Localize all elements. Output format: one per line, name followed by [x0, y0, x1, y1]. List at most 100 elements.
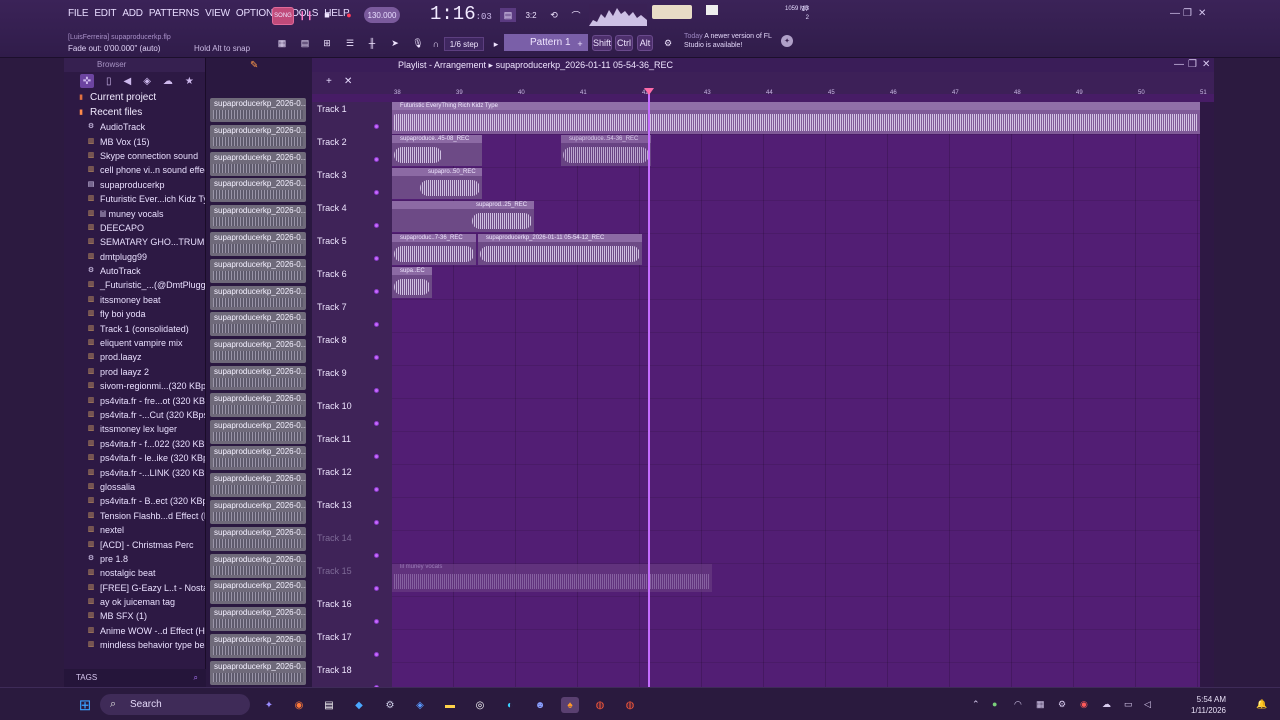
browser-item[interactable]: ▥ glossalia — [64, 480, 205, 494]
tray-chevron-icon[interactable]: ⌃ — [972, 699, 980, 710]
tempo-display[interactable]: 130.000 — [364, 7, 400, 23]
menu-item[interactable]: FILE — [68, 8, 89, 19]
audio-clip[interactable]: supaproduc..7-36_REC — [392, 234, 476, 265]
clip-source-item[interactable]: supaproducerkp_2026-0... — [210, 124, 306, 149]
fl-logo-icon[interactable]: ✦ — [781, 35, 793, 47]
audio-clip[interactable]: supaproduce..45-08_REC — [392, 135, 482, 166]
browser-back-icon[interactable]: ◀ — [124, 76, 132, 87]
folder-recent-files[interactable]: ▮ Recent files — [64, 105, 205, 120]
fl-studio-taskbar-icon[interactable]: ♠ — [561, 697, 579, 713]
snap-step-select[interactable]: 1/6 step — [444, 37, 484, 51]
time-signature[interactable]: 3:2 — [522, 8, 540, 22]
browser-item[interactable]: ▥ ps4vita.fr -...Cut (320 KBps) — [64, 408, 205, 422]
track-name[interactable]: Track 8 — [317, 335, 347, 345]
playlist-minimize-icon[interactable]: — — [1174, 59, 1184, 70]
edge-icon[interactable]: ◐ — [501, 697, 519, 713]
browser-item[interactable]: ▥ _Futuristic_...(@DmtPlugg99) — [64, 278, 205, 292]
track-mute-led[interactable] — [374, 454, 379, 459]
track-name[interactable]: Track 1 — [317, 104, 347, 114]
clip-source-item[interactable]: supaproducerkp_2026-0... — [210, 473, 306, 498]
clip-source-item[interactable]: supaproducerkp_2026-0... — [210, 526, 306, 551]
browser-item[interactable]: ▥ MB SFX (1) — [64, 609, 205, 623]
browser-item[interactable]: ▥ [FREE] G-Eazy L..t - Nostalgic — [64, 581, 205, 595]
tray-monitor-icon[interactable]: ▭ — [1124, 699, 1133, 710]
track-mute-led[interactable] — [374, 619, 379, 624]
browser-files-icon[interactable]: ▯ — [106, 76, 112, 87]
browser-item[interactable]: ▥ itssmoney lex luger — [64, 422, 205, 436]
clip-source-item[interactable]: supaproducerkp_2026-0... — [210, 446, 306, 471]
discord-icon[interactable]: ☻ — [531, 697, 549, 713]
close-icon[interactable]: ✕ — [1198, 8, 1206, 19]
tray-gear-icon[interactable]: ⚙ — [1058, 699, 1066, 710]
browser-item[interactable]: ▥ ps4vita.fr - f...022 (320 KBps) — [64, 437, 205, 451]
timeline-ruler[interactable]: 38 39 40 41 42 43 44 45 46 47 48 49 50 51 — [392, 88, 1207, 100]
browser-item[interactable]: ▥ lil muney vocals — [64, 206, 205, 220]
track-mute-led[interactable] — [374, 256, 379, 261]
track-name[interactable]: Track 14 — [317, 533, 352, 543]
clip-source-item[interactable]: supaproducerkp_2026-0... — [210, 392, 306, 417]
browser-item[interactable]: ▥ eliquent vampire mix — [64, 336, 205, 350]
browser-item[interactable]: ▥ prod.laayz — [64, 350, 205, 364]
track-mute-led[interactable] — [374, 289, 379, 294]
browser-item[interactable]: ▥ ps4vita.fr -...LINK (320 KBps) — [64, 465, 205, 479]
track-name[interactable]: Track 9 — [317, 368, 347, 378]
add-track-icon[interactable]: + — [326, 76, 332, 87]
track-name[interactable]: Track 3 — [317, 170, 347, 180]
browser-item[interactable]: ▤ supaproducerkp — [64, 178, 205, 192]
clip-source-item[interactable]: supaproducerkp_2026-0... — [210, 205, 306, 230]
tray-security-icon[interactable]: ◉ — [1080, 699, 1088, 710]
track-mute-led[interactable] — [374, 388, 379, 393]
clip-source-item[interactable]: supaproducerkp_2026-0... — [210, 633, 306, 658]
browser-item[interactable]: ⚙ AudioTrack — [64, 120, 205, 134]
snap-magnet-icon[interactable]: ∩ — [430, 37, 442, 51]
windows-start-icon[interactable]: ⊞ — [76, 697, 94, 714]
track-name[interactable]: Track 7 — [317, 302, 347, 312]
tray-keyboard-icon[interactable]: ▦ — [1036, 699, 1045, 710]
track-mute-led[interactable] — [374, 586, 379, 591]
track-mute-led[interactable] — [374, 520, 379, 525]
playlist-scrollbar[interactable] — [1200, 102, 1214, 687]
clip-source-item[interactable]: supaproducerkp_2026-0... — [210, 499, 306, 524]
clip-source-item[interactable]: supaproducerkp_2026-0... — [210, 178, 306, 203]
browser-item[interactable]: ▥ SEMATARY GHO...TRUMENTAL — [64, 235, 205, 249]
news-panel[interactable]: Today A newer version of FL Studio is av… — [684, 32, 778, 50]
track-mute-led[interactable] — [374, 652, 379, 657]
clip-source-item[interactable]: supaproducerkp_2026-0... — [210, 151, 306, 176]
muted-audio-clip[interactable]: lil muney vocals — [392, 564, 712, 592]
clip-source-item[interactable]: supaproducerkp_2026-0... — [210, 660, 306, 685]
track-mute-led[interactable] — [374, 157, 379, 162]
audio-clip[interactable]: supaproducerkp_2026-01-11 05-54-12_REC — [478, 234, 642, 265]
track-name[interactable]: Track 18 — [317, 665, 352, 675]
audio-clip[interactable]: supapro..50_REC — [392, 168, 482, 199]
playlist-close-icon[interactable]: ✕ — [1202, 59, 1210, 70]
audio-clip[interactable]: Futuristic EveryThing Rich Kidz Type — [392, 102, 1200, 134]
browser-item[interactable]: ▥ MB Vox (15) — [64, 134, 205, 148]
browser-item[interactable]: ▥ Track 1 (consolidated) — [64, 321, 205, 335]
menu-item[interactable]: EDIT — [94, 8, 116, 19]
audio-clip[interactable]: supa..EC — [392, 267, 432, 298]
browser-item[interactable]: ▥ ps4vita.fr - fre...ot (320 KBps) — [64, 393, 205, 407]
song-position[interactable]: 1:16:03 — [430, 3, 492, 25]
pencil-icon[interactable]: ✎ — [250, 60, 258, 71]
loop-icon[interactable]: ⟲ — [546, 8, 562, 22]
track-name[interactable]: Track 17 — [317, 632, 352, 642]
clip-source-item[interactable]: supaproducerkp_2026-0... — [210, 312, 306, 337]
tray-volume-icon[interactable]: ◁ — [1144, 699, 1151, 710]
track-name[interactable]: Track 12 — [317, 467, 352, 477]
browser-item[interactable]: ▥ nextel — [64, 523, 205, 537]
clip-source-item[interactable]: supaproducerkp_2026-0... — [210, 231, 306, 256]
folder-current-project[interactable]: ▮ Current project — [64, 90, 205, 105]
track-mute-led[interactable] — [374, 487, 379, 492]
playlist-restore-icon[interactable]: ❐ — [1188, 59, 1197, 70]
clip-source-item[interactable]: supaproducerkp_2026-0... — [210, 339, 306, 364]
audio-clip[interactable]: supaproduce..54-36_REC — [561, 135, 651, 166]
browser-item[interactable]: ⚙ AutoTrack — [64, 264, 205, 278]
browser-item[interactable]: ▥ ps4vita.fr - B..ect (320 KBps) — [64, 494, 205, 508]
notifications-icon[interactable]: 🔔 — [1256, 699, 1267, 710]
track-name[interactable]: Track 13 — [317, 500, 352, 510]
menu-item[interactable]: ADD — [122, 8, 143, 19]
browser-item[interactable]: ▥ Anime WOW -..d Effect (HD) — [64, 624, 205, 638]
browser-plugins-icon[interactable]: ◈ — [143, 76, 151, 87]
taskbar-search[interactable]: ⌕ Search — [100, 694, 250, 715]
menu-item[interactable]: PATTERNS — [149, 8, 199, 19]
